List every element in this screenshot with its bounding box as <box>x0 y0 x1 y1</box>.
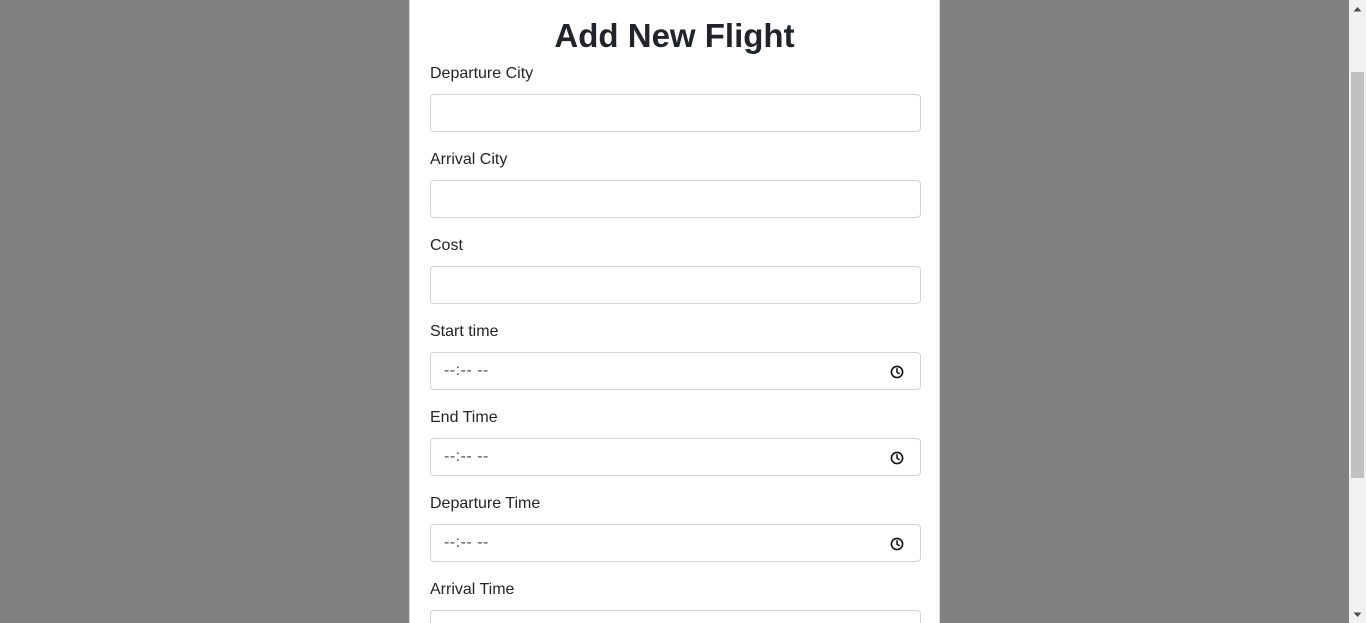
departure-city-input[interactable] <box>430 94 921 132</box>
arrow-up-icon[interactable] <box>1349 0 1366 17</box>
arrival-time-field: Arrival Time <box>430 580 921 623</box>
start-time-value: --:-- -- <box>444 362 489 379</box>
page-viewport: Add New Flight Departure City Arrival Ci… <box>0 0 1366 623</box>
vertical-scrollbar[interactable] <box>1349 0 1366 623</box>
start-time-field: Start time --:-- -- <box>430 322 921 390</box>
cost-input[interactable] <box>430 266 921 304</box>
end-time-value: --:-- -- <box>444 448 489 465</box>
departure-time-value: --:-- -- <box>444 534 489 551</box>
end-time-label: End Time <box>430 409 498 426</box>
clock-icon[interactable] <box>890 451 904 465</box>
departure-time-label: Departure Time <box>430 495 541 512</box>
start-time-label: Start time <box>430 323 499 340</box>
clock-icon[interactable] <box>890 537 904 551</box>
start-time-input[interactable]: --:-- -- <box>430 352 921 390</box>
departure-city-label: Departure City <box>430 65 534 82</box>
arrival-time-label: Arrival Time <box>430 581 515 598</box>
departure-city-field: Departure City <box>430 64 921 132</box>
cost-field: Cost <box>430 236 921 304</box>
page-title: Add New Flight <box>554 17 795 54</box>
add-flight-modal: Add New Flight Departure City Arrival Ci… <box>409 0 940 623</box>
cost-label: Cost <box>430 237 463 254</box>
end-time-field: End Time --:-- -- <box>430 408 921 476</box>
arrival-city-field: Arrival City <box>430 150 921 218</box>
departure-time-input[interactable]: --:-- -- <box>430 524 921 562</box>
arrival-city-input[interactable] <box>430 180 921 218</box>
arrow-down-icon[interactable] <box>1349 606 1366 623</box>
arrival-time-input[interactable] <box>430 610 921 623</box>
scrollbar-thumb[interactable] <box>1351 72 1364 478</box>
clock-icon[interactable] <box>890 365 904 379</box>
end-time-input[interactable]: --:-- -- <box>430 438 921 476</box>
departure-time-field: Departure Time --:-- -- <box>430 494 921 562</box>
arrival-city-label: Arrival City <box>430 151 508 168</box>
